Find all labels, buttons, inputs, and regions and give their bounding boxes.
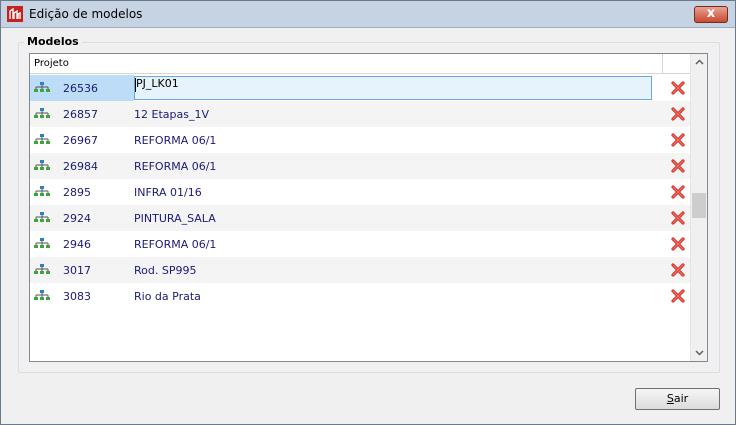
project-tree-icon — [34, 186, 50, 196]
app-logo-icon — [7, 6, 23, 22]
delete-icon[interactable] — [670, 106, 686, 122]
row-name: INFRA 01/16 — [134, 186, 202, 199]
header-separator — [662, 54, 663, 74]
group-title: Modelos — [24, 35, 82, 48]
row-name[interactable]: PJ_LK01 — [136, 77, 179, 90]
row-id: 2895 — [63, 186, 91, 199]
scroll-thumb[interactable] — [692, 193, 706, 218]
project-tree-icon — [34, 264, 50, 274]
models-grid[interactable]: Projeto 26536 PJ_LK01 26857 12 Etapas_1V 269… — [29, 53, 708, 362]
row-name: REFORMA 06/1 — [134, 238, 217, 251]
row-id: 2946 — [63, 238, 91, 251]
column-header-projeto: Projeto — [34, 58, 69, 69]
row-name: Rio da Prata — [134, 290, 201, 303]
delete-icon[interactable] — [670, 236, 686, 252]
scroll-up-icon[interactable] — [691, 54, 708, 71]
project-tree-icon — [34, 160, 50, 170]
project-tree-icon — [34, 82, 50, 92]
sair-button[interactable]: Sair — [635, 388, 720, 410]
project-tree-icon — [34, 134, 50, 144]
row-name: PINTURA_SALA — [134, 212, 216, 225]
project-tree-icon — [34, 290, 50, 300]
table-row[interactable]: 2924 PINTURA_SALA — [30, 205, 690, 231]
text-caret — [135, 78, 136, 92]
name-edit-field[interactable] — [134, 76, 652, 100]
table-row[interactable]: 3017 Rod. SP995 — [30, 257, 690, 283]
close-icon: x — [706, 6, 716, 21]
row-name: REFORMA 06/1 — [134, 160, 217, 173]
title-bar[interactable]: Edição de modelos x — [1, 1, 735, 28]
table-row[interactable]: 26536 PJ_LK01 — [30, 75, 690, 101]
column-header[interactable]: Projeto — [30, 54, 690, 74]
row-id: 3083 — [63, 290, 91, 303]
table-row[interactable]: 2946 REFORMA 06/1 — [30, 231, 690, 257]
close-button[interactable]: x — [694, 6, 728, 23]
row-id: 26967 — [63, 134, 98, 147]
sair-accelerator: S — [666, 392, 674, 405]
table-row[interactable]: 26984 REFORMA 06/1 — [30, 153, 690, 179]
delete-icon[interactable] — [670, 80, 686, 96]
scroll-down-icon[interactable] — [691, 344, 708, 361]
row-name: 12 Etapas_1V — [134, 108, 209, 121]
project-tree-icon — [34, 212, 50, 222]
row-id: 26857 — [63, 108, 98, 121]
row-id: 26984 — [63, 160, 98, 173]
delete-icon[interactable] — [670, 132, 686, 148]
row-id: 3017 — [63, 264, 91, 277]
row-id: 2924 — [63, 212, 91, 225]
delete-icon[interactable] — [670, 210, 686, 226]
delete-icon[interactable] — [670, 262, 686, 278]
delete-icon[interactable] — [670, 184, 686, 200]
row-id: 26536 — [63, 82, 98, 95]
dialog-window: Edição de modelos x Modelos Projeto 2653… — [0, 0, 736, 425]
table-row[interactable]: 26857 12 Etapas_1V — [30, 101, 690, 127]
table-row[interactable]: 3083 Rio da Prata — [30, 283, 690, 309]
delete-icon[interactable] — [670, 158, 686, 174]
delete-icon[interactable] — [670, 288, 686, 304]
vertical-scrollbar[interactable] — [690, 54, 707, 361]
project-tree-icon — [34, 108, 50, 118]
window-title: Edição de modelos — [29, 7, 143, 21]
table-row[interactable]: 2895 INFRA 01/16 — [30, 179, 690, 205]
project-tree-icon — [34, 238, 50, 248]
row-name: REFORMA 06/1 — [134, 134, 217, 147]
table-row[interactable]: 26967 REFORMA 06/1 — [30, 127, 690, 153]
row-name: Rod. SP995 — [134, 264, 197, 277]
sair-label: air — [673, 392, 689, 405]
